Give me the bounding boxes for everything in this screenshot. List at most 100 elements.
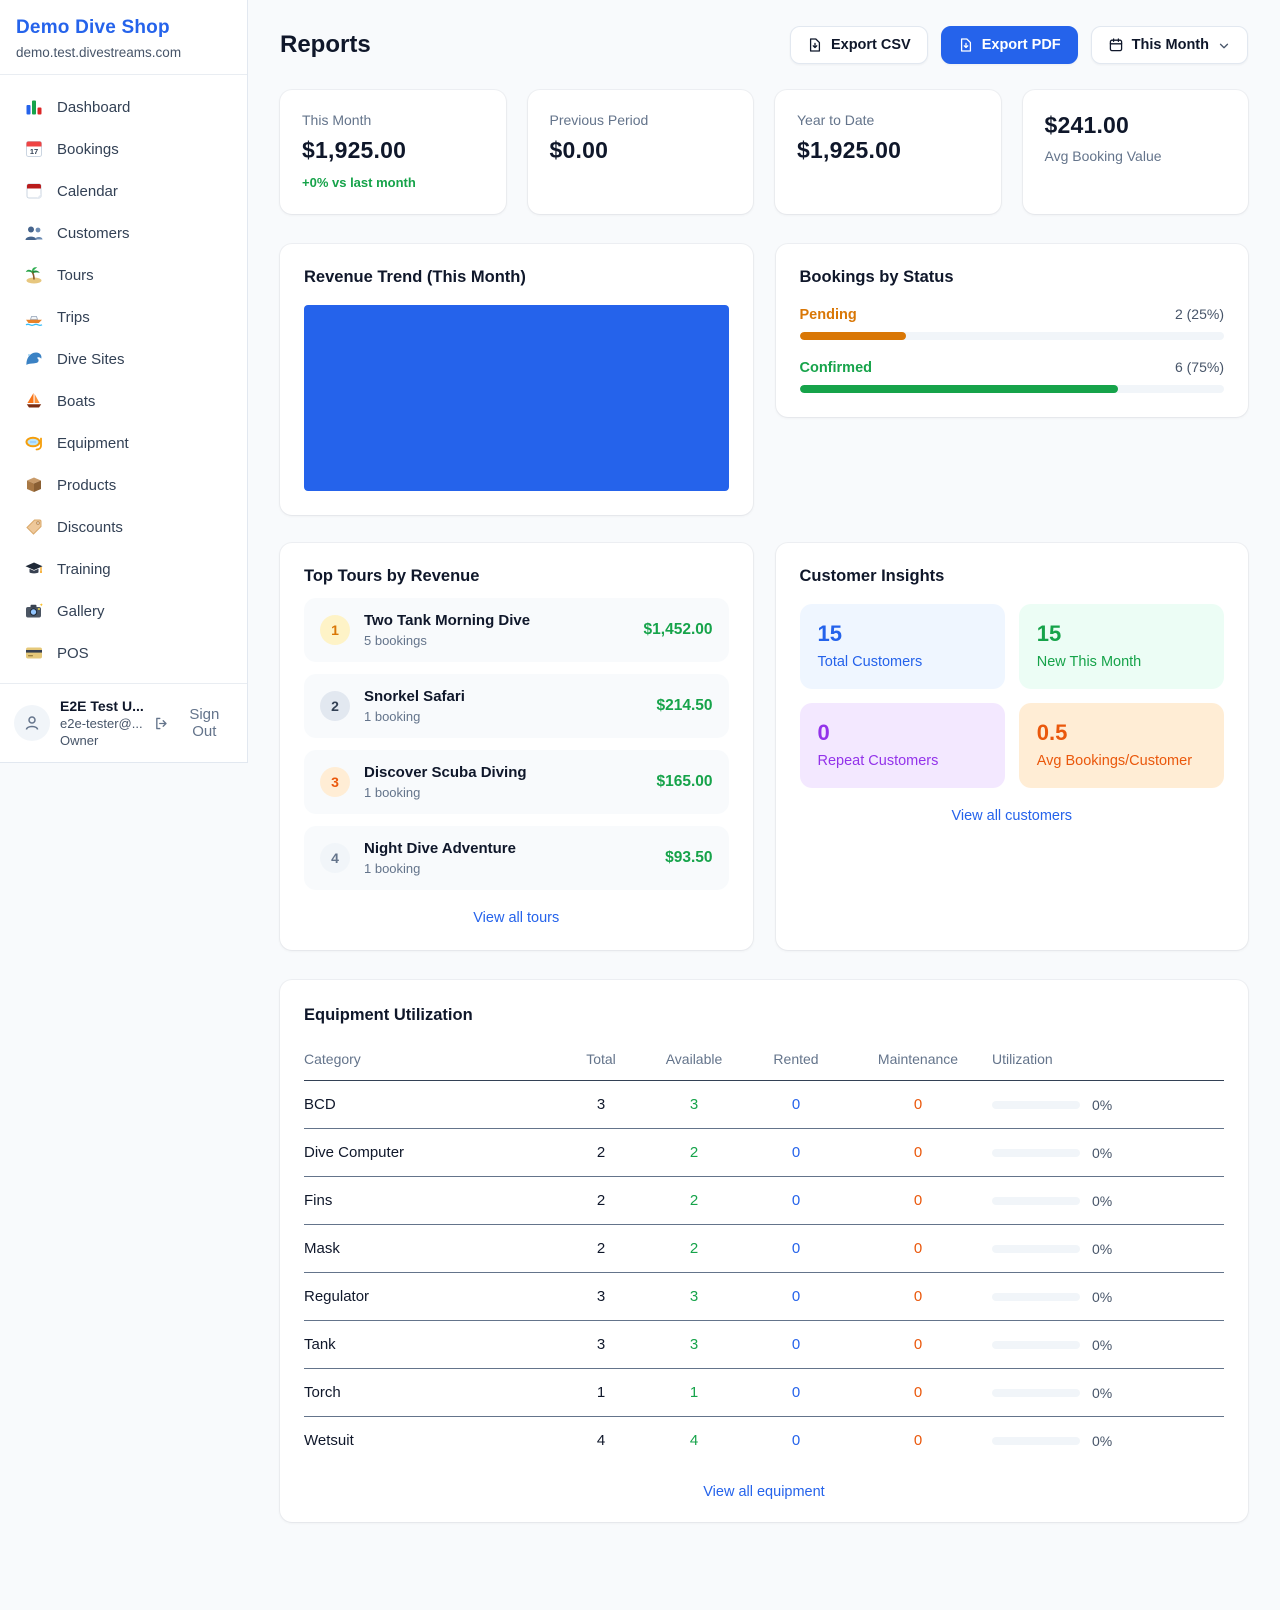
view-all-tours-link[interactable]: View all tours	[304, 910, 729, 926]
tour-revenue: $1,452.00	[644, 621, 713, 639]
sidebar-item-tours[interactable]: Tours	[10, 255, 237, 295]
tile-label: Avg Bookings/Customer	[1037, 753, 1206, 769]
sidebar-item-label: Tours	[57, 267, 94, 284]
cell-category: Tank	[304, 1336, 562, 1353]
tour-list-item[interactable]: 1 Two Tank Morning Dive 5 bookings $1,45…	[304, 598, 729, 662]
tile-label: Total Customers	[818, 654, 987, 670]
cell-available: 2	[640, 1144, 748, 1161]
sidebar-nav: Dashboard 17Bookings Calendar Customers …	[0, 75, 247, 683]
view-all-customers-link[interactable]: View all customers	[800, 808, 1225, 824]
sidebar-item-calendar[interactable]: Calendar	[10, 171, 237, 211]
utilization-track	[992, 1293, 1080, 1301]
sidebar-item-dashboard[interactable]: Dashboard	[10, 87, 237, 127]
sign-out-button[interactable]: Sign Out	[153, 706, 233, 740]
utilization-track	[992, 1341, 1080, 1349]
cell-available: 1	[640, 1384, 748, 1401]
bookings-calendar-icon: 17	[24, 139, 44, 159]
user-section: E2E Test U... e2e-tester@... Owner Sign …	[0, 683, 247, 762]
cell-total: 1	[562, 1384, 640, 1401]
person-icon	[22, 713, 42, 733]
bookings-by-status-title: Bookings by Status	[800, 268, 1225, 287]
sidebar-header: Demo Dive Shop demo.test.divestreams.com	[0, 0, 247, 75]
top-tours-card: Top Tours by Revenue 1 Two Tank Morning …	[280, 543, 753, 950]
island-icon	[24, 265, 44, 285]
sidebar-item-pos[interactable]: POS	[10, 633, 237, 673]
cell-available: 2	[640, 1240, 748, 1257]
view-all-equipment-link[interactable]: View all equipment	[304, 1484, 1224, 1500]
shop-name: Demo Dive Shop	[16, 17, 231, 39]
tour-revenue: $214.50	[656, 697, 712, 715]
tour-name: Night Dive Adventure	[364, 840, 516, 857]
tour-list-item[interactable]: 3 Discover Scuba Diving 1 booking $165.0…	[304, 750, 729, 814]
dive-mask-icon	[24, 433, 44, 453]
tour-list-item[interactable]: 2 Snorkel Safari 1 booking $214.50	[304, 674, 729, 738]
export-pdf-button[interactable]: Export PDF	[941, 26, 1078, 64]
cell-utilization: 0%	[992, 1385, 1224, 1401]
status-value: 2 (25%)	[1175, 306, 1224, 322]
utilization-label: 0%	[1092, 1241, 1112, 1257]
insight-tile-new-this-month: 15 New This Month	[1019, 604, 1224, 689]
stat-value: $0.00	[550, 137, 732, 164]
sidebar-item-dive-sites[interactable]: Dive Sites	[10, 339, 237, 379]
tour-list-item[interactable]: 4 Night Dive Adventure 1 booking $93.50	[304, 826, 729, 890]
sidebar-item-label: Calendar	[57, 183, 118, 200]
utilization-track	[992, 1245, 1080, 1253]
insight-tile-avg-bookings: 0.5 Avg Bookings/Customer	[1019, 703, 1224, 788]
dashboard-icon	[24, 97, 44, 117]
cell-category: Torch	[304, 1384, 562, 1401]
charts-row: Revenue Trend (This Month) Bookings by S…	[280, 244, 1248, 515]
sidebar-item-label: Equipment	[57, 435, 129, 452]
equipment-utilization-card: Equipment Utilization Category Total Ava…	[280, 980, 1248, 1522]
sidebar-item-trips[interactable]: Trips	[10, 297, 237, 337]
avatar	[14, 705, 50, 741]
progress-track	[800, 332, 1225, 340]
tour-bookings: 1 booking	[364, 785, 527, 800]
tour-bookings: 1 booking	[364, 861, 516, 876]
tour-info: Snorkel Safari 1 booking	[364, 688, 465, 724]
sidebar-item-equipment[interactable]: Equipment	[10, 423, 237, 463]
sidebar-item-bookings[interactable]: 17 Bookings	[10, 129, 237, 169]
export-csv-button[interactable]: Export CSV	[790, 26, 928, 64]
table-row: Mask22000%	[304, 1225, 1224, 1273]
cell-rented: 0	[748, 1336, 844, 1353]
cell-maintenance: 0	[844, 1384, 992, 1401]
stat-label: Year to Date	[797, 112, 979, 128]
customer-insights-card: Customer Insights 15 Total Customers 15 …	[776, 543, 1249, 950]
user-role: Owner	[60, 733, 143, 748]
tile-value: 15	[1037, 621, 1206, 647]
column-header-available: Available	[640, 1051, 748, 1067]
revenue-trend-chart	[304, 305, 729, 491]
cell-maintenance: 0	[844, 1336, 992, 1353]
main-content: Reports Export CSV Export PDF This Month	[248, 0, 1280, 1562]
table-row: Regulator33000%	[304, 1273, 1224, 1321]
sidebar-item-label: Bookings	[57, 141, 119, 158]
stat-card-year-to-date: Year to Date $1,925.00	[775, 90, 1001, 214]
stats-row: This Month $1,925.00 +0% vs last month P…	[280, 90, 1248, 214]
revenue-trend-title: Revenue Trend (This Month)	[304, 268, 729, 287]
sidebar-item-products[interactable]: Products	[10, 465, 237, 505]
column-header-rented: Rented	[748, 1051, 844, 1067]
revenue-trend-card: Revenue Trend (This Month)	[280, 244, 753, 515]
status-row-confirmed: Confirmed 6 (75%)	[800, 359, 1225, 393]
period-dropdown[interactable]: This Month	[1091, 26, 1248, 64]
sidebar-item-gallery[interactable]: Gallery	[10, 591, 237, 631]
sidebar-item-discounts[interactable]: Discounts	[10, 507, 237, 547]
tag-icon	[24, 517, 44, 537]
sidebar-item-boats[interactable]: Boats	[10, 381, 237, 421]
sidebar-item-customers[interactable]: Customers	[10, 213, 237, 253]
utilization-track	[992, 1101, 1080, 1109]
cell-total: 3	[562, 1288, 640, 1305]
stat-card-this-month: This Month $1,925.00 +0% vs last month	[280, 90, 506, 214]
page-header: Reports Export CSV Export PDF This Month	[280, 26, 1248, 64]
cell-maintenance: 0	[844, 1144, 992, 1161]
table-row: Wetsuit44000%	[304, 1417, 1224, 1464]
tile-value: 15	[818, 621, 987, 647]
customer-insights-title: Customer Insights	[800, 567, 1225, 586]
sidebar-item-label: Customers	[57, 225, 130, 242]
status-head: Pending 2 (25%)	[800, 306, 1225, 323]
sidebar-item-training[interactable]: Training	[10, 549, 237, 589]
app-root: Demo Dive Shop demo.test.divestreams.com…	[0, 0, 1280, 1562]
table-row: Fins22000%	[304, 1177, 1224, 1225]
cell-utilization: 0%	[992, 1145, 1224, 1161]
stat-value: $1,925.00	[797, 137, 979, 164]
